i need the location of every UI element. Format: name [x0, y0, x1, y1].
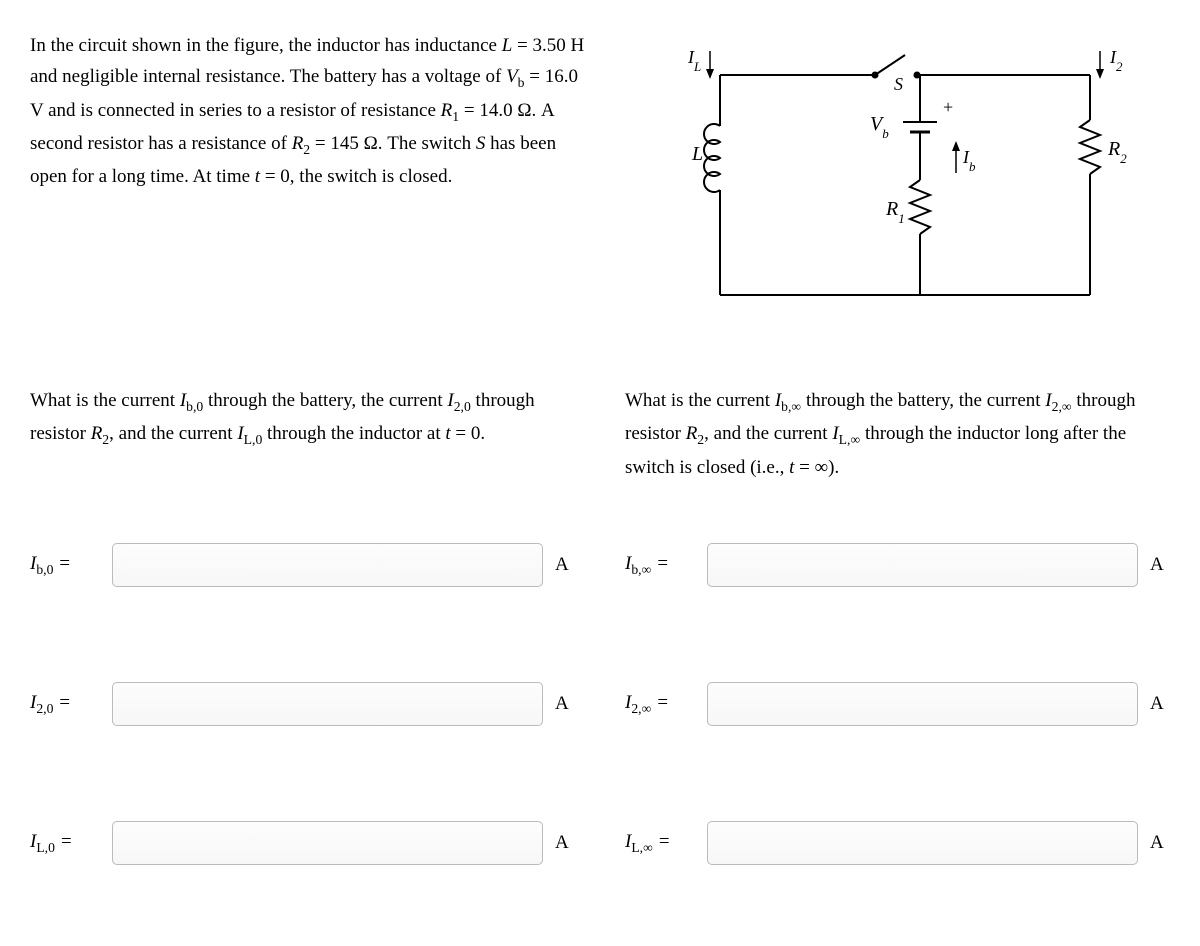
- answer-label: Ib,∞ =: [625, 553, 695, 578]
- answer-input-ilinf[interactable]: [707, 821, 1138, 865]
- answer-input-il0[interactable]: [112, 821, 543, 865]
- unit: A: [1150, 832, 1170, 854]
- answer-label: Ib,0 =: [30, 553, 100, 578]
- il-arrow-label: IL: [687, 47, 701, 74]
- unit: A: [1150, 554, 1170, 576]
- unit: A: [555, 554, 575, 576]
- unit: A: [1150, 693, 1170, 715]
- battery-plus: +: [943, 97, 953, 117]
- answer-label: I2,∞ =: [625, 692, 695, 717]
- ib-label: Ib: [962, 147, 976, 174]
- answer-ib0: Ib,0 = A: [30, 543, 575, 587]
- answer-label: IL,∞ =: [625, 831, 695, 856]
- answer-ibinf: Ib,∞ = A: [625, 543, 1170, 587]
- vb-label: Vb: [870, 113, 889, 141]
- answer-input-i20[interactable]: [112, 682, 543, 726]
- answer-ilinf: IL,∞ = A: [625, 821, 1170, 865]
- answer-input-ib0[interactable]: [112, 543, 543, 587]
- l-label: L: [691, 143, 703, 165]
- answer-i20: I2,0 = A: [30, 682, 575, 726]
- question-tinf: What is the current Ib,∞ through the bat…: [625, 385, 1170, 483]
- answers-right-column: Ib,∞ = A I2,∞ = A IL,∞ = A: [625, 543, 1170, 865]
- answer-input-ibinf[interactable]: [707, 543, 1138, 587]
- answers-left-column: Ib,0 = A I2,0 = A IL,0 = A: [30, 543, 575, 865]
- answer-il0: IL,0 = A: [30, 821, 575, 865]
- problem-statement: In the circuit shown in the figure, the …: [30, 30, 590, 325]
- answer-label: IL,0 =: [30, 831, 100, 856]
- r1-label: R1: [885, 198, 905, 226]
- question-t0: What is the current Ib,0 through the bat…: [30, 385, 575, 483]
- unit: A: [555, 693, 575, 715]
- unit: A: [555, 832, 575, 854]
- circuit-diagram: S R2 L + Vb: [630, 30, 1170, 325]
- answer-input-i2inf[interactable]: [707, 682, 1138, 726]
- i2-arrow-label: I2: [1109, 47, 1123, 74]
- answer-label: I2,0 =: [30, 692, 100, 717]
- switch-label: S: [894, 74, 903, 94]
- r2-label: R2: [1107, 138, 1127, 166]
- answer-i2inf: I2,∞ = A: [625, 682, 1170, 726]
